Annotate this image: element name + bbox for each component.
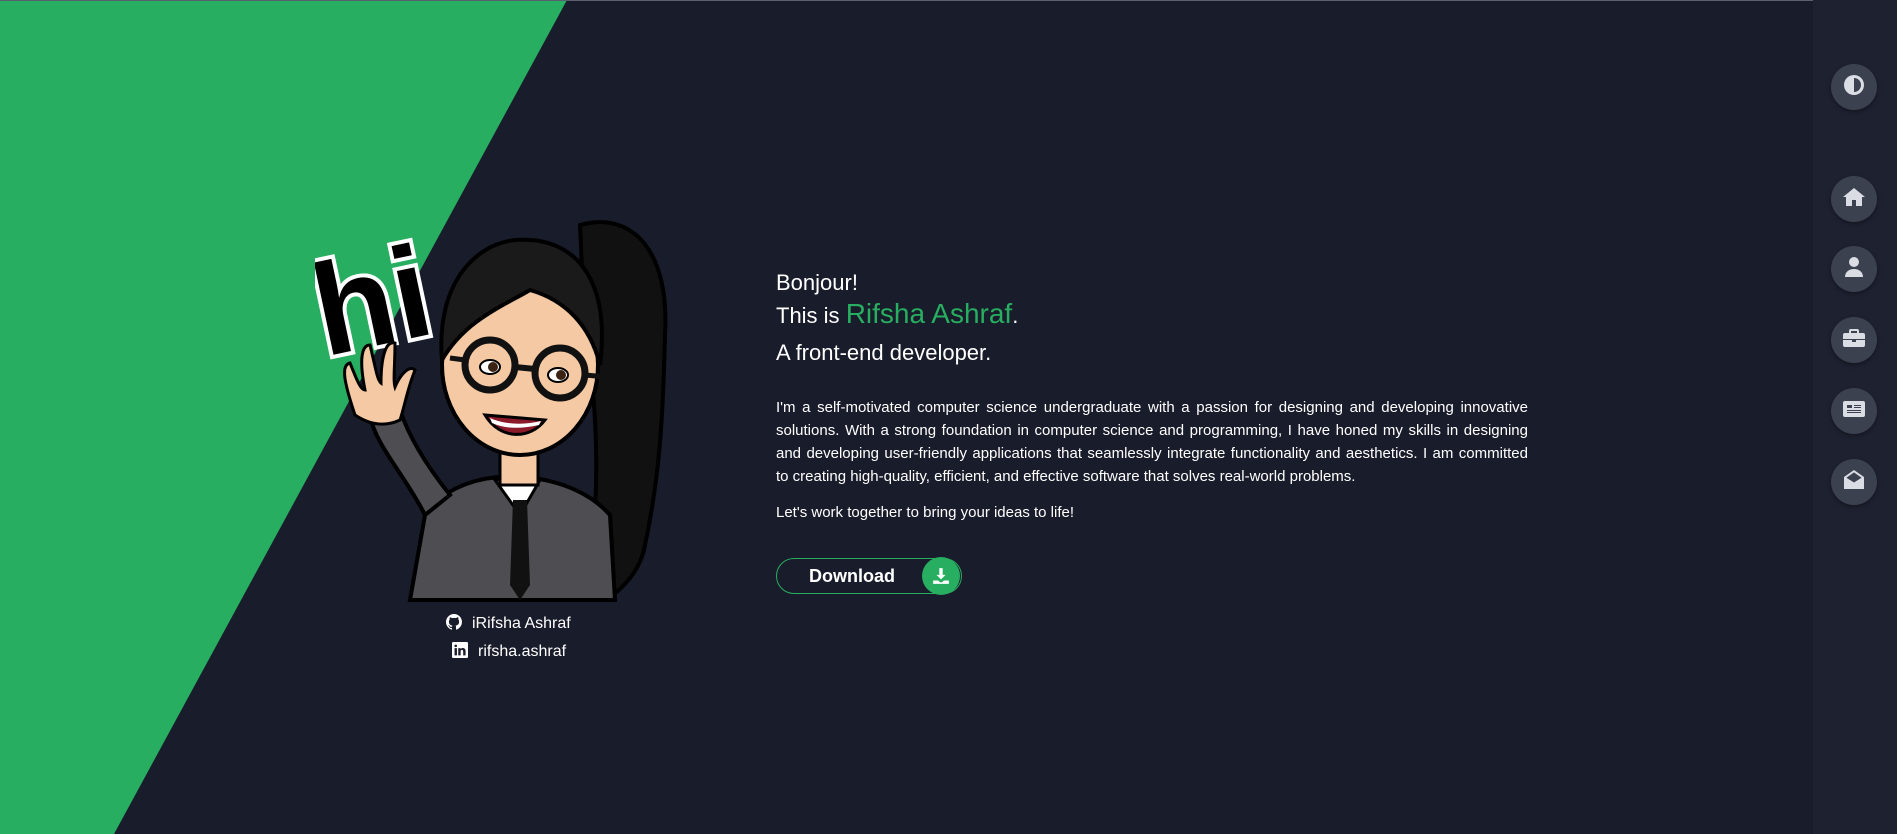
nav-blog-button[interactable] — [1831, 388, 1877, 434]
hero-content: Bonjour! This is Rifsha Ashraf. A front-… — [776, 268, 1528, 595]
linkedin-label: rifsha.ashraf — [478, 643, 567, 660]
role-title: A front-end developer. — [776, 340, 992, 365]
top-border — [0, 0, 1897, 1]
social-links: iRifsha Ashraf rifsha.ashraf — [446, 610, 686, 666]
theme-toggle-button[interactable] — [1831, 64, 1877, 110]
avatar-illustration: hi — [315, 215, 668, 602]
briefcase-icon — [1842, 326, 1866, 355]
intro-prefix: This is — [776, 303, 846, 328]
bio-paragraph: I'm a self-motivated computer science un… — [776, 399, 1528, 485]
call-to-action: Let's work together to bring your ideas … — [776, 504, 1075, 521]
linkedin-link[interactable]: rifsha.ashraf — [446, 638, 686, 666]
intro-line: This is Rifsha Ashraf. — [776, 298, 1528, 332]
download-button[interactable]: Download — [776, 557, 962, 595]
nav-contact-button[interactable] — [1831, 459, 1877, 505]
linkedin-icon — [452, 641, 468, 663]
newspaper-icon — [1842, 397, 1866, 426]
user-icon — [1842, 255, 1866, 284]
envelope-open-icon — [1842, 468, 1866, 497]
intro-suffix: . — [1012, 303, 1019, 328]
hi-sticker-text: hi — [315, 217, 443, 384]
nav-portfolio-button[interactable] — [1831, 317, 1877, 363]
github-icon — [446, 613, 462, 635]
download-icon — [922, 557, 960, 595]
github-link[interactable]: iRifsha Ashraf — [446, 610, 686, 638]
hi-sticker: hi — [315, 215, 447, 388]
contrast-icon — [1842, 73, 1866, 102]
greeting: Bonjour! — [776, 270, 858, 295]
download-label: Download — [809, 565, 895, 586]
home-icon — [1842, 185, 1866, 214]
nav-home-button[interactable] — [1831, 176, 1877, 222]
nav-about-button[interactable] — [1831, 246, 1877, 292]
page: hi iRifsha Ashraf rifsha.ashraf Bonjour!… — [0, 0, 1897, 834]
name-highlight: Rifsha Ashraf — [845, 298, 1013, 329]
github-label: iRifsha Ashraf — [472, 615, 571, 632]
